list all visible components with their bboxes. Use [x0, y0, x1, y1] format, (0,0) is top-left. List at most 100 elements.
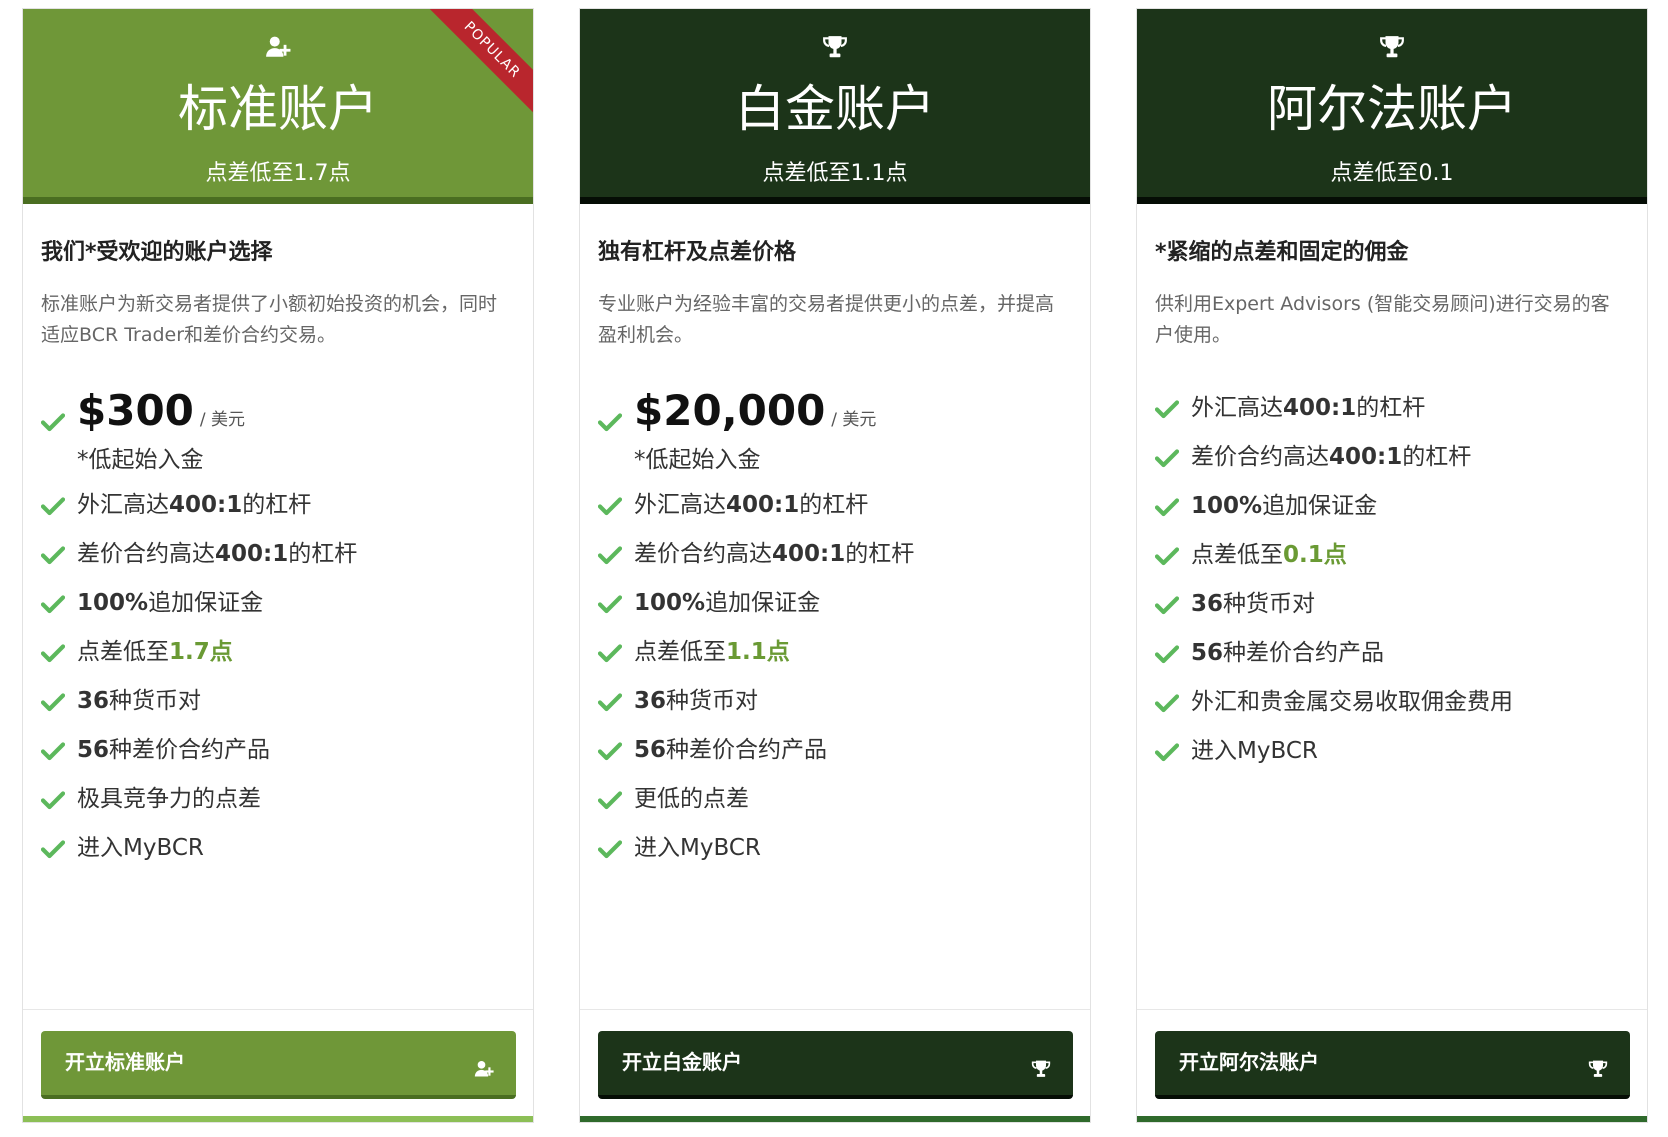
feature-text: 56 — [634, 737, 667, 763]
feature-list: $20,000/ 美元 *低起始入金 外汇高达400:1的杠杆 差价合约高达400:1… — [598, 384, 1080, 873]
feature-text: 100% — [1191, 493, 1263, 519]
check-icon — [41, 840, 65, 859]
feature-item: 56种差价合约产品 — [598, 726, 1080, 775]
feature-text: 点差低至 — [1191, 542, 1283, 568]
check-icon — [1155, 449, 1179, 468]
check-icon — [1155, 498, 1179, 517]
feature-item: 36种货币对 — [41, 677, 523, 726]
card-header: 白金账户点差低至1.1点 — [580, 9, 1090, 204]
check-icon — [598, 595, 622, 614]
card-body: 独有杠杆及点差价格 专业账户为经验丰富的交易者提供更小的点差，并提高盈利机会。 $2… — [580, 204, 1090, 1010]
feature-text: 的杠杆 — [242, 492, 312, 518]
feature-text: 追加保证金 — [1262, 493, 1378, 519]
feature-text: 100% — [634, 590, 706, 616]
feature-text: 400:1 — [726, 492, 800, 518]
feature-text: 400:1 — [169, 492, 243, 518]
feature-text: 56 — [77, 737, 110, 763]
check-icon — [598, 644, 622, 663]
feature-text: 更低的点差 — [634, 786, 749, 812]
card-subtitle: 点差低至0.1 — [1330, 161, 1454, 186]
feature-item: 点差低至1.1点 — [598, 628, 1080, 677]
feature-item: 点差低至0.1点 — [1155, 531, 1637, 580]
feature-text: 外汇高达 — [77, 492, 169, 518]
check-icon — [598, 497, 622, 516]
feature-text: 1.7点 — [169, 639, 233, 665]
card-header: 阿尔法账户点差低至0.1 — [1137, 9, 1647, 204]
feature-text: 进入MyBCR — [77, 835, 204, 861]
feature-item: 差价合约高达400:1的杠杆 — [598, 530, 1080, 579]
open-account-button[interactable]: 开立白金账户 — [598, 1031, 1073, 1099]
feature-item: 56种差价合约产品 — [41, 726, 523, 775]
feature-text: 进入MyBCR — [1191, 738, 1318, 764]
feature-item: 进入MyBCR — [41, 824, 523, 873]
feature-text: 种货币对 — [666, 688, 759, 714]
card-subtitle: 点差低至1.1点 — [762, 161, 908, 186]
feature-text: 追加保证金 — [148, 590, 264, 616]
feature-item: 56种差价合约产品 — [1155, 629, 1637, 678]
feature-text: 的杠杆 — [1402, 444, 1472, 470]
feature-list: $300/ 美元 *低起始入金 外汇高达400:1的杠杆 差价合约高达400:1的杠杆… — [41, 384, 523, 873]
feature-text: 种差价合约产品 — [1223, 640, 1385, 666]
card-body: 我们*受欢迎的账户选择标准账户为新交易者提供了小额初始投资的机会，同时适应BCR… — [23, 204, 533, 1010]
card-title: 白金账户 — [735, 80, 935, 138]
check-icon — [1155, 547, 1179, 566]
feature-text: 100% — [77, 590, 149, 616]
price-unit: / 美元 — [831, 410, 877, 430]
check-icon — [598, 693, 622, 712]
open-account-button[interactable]: 开立标准账户 — [41, 1031, 516, 1099]
feature-text: 极具竞争力的点差 — [77, 786, 261, 812]
check-icon — [1155, 400, 1179, 419]
open-account-label: 开立标准账户 — [65, 1050, 185, 1074]
trophy-icon — [580, 34, 1090, 64]
price-note: *低起始入金 — [77, 447, 204, 473]
feature-item: 点差低至1.7点 — [41, 628, 523, 677]
feature-text: 400:1 — [1283, 395, 1357, 421]
check-icon — [41, 791, 65, 810]
feature-text: 的杠杆 — [845, 541, 915, 567]
feature-text: 点差低至 — [634, 639, 726, 665]
card-subtitle: 点差低至1.7点 — [205, 161, 351, 186]
feature-text: 外汇和贵金属交易收取佣金费用 — [1191, 689, 1513, 715]
check-icon — [1155, 743, 1179, 762]
card-title: 阿尔法账户 — [1267, 80, 1517, 138]
feature-item: 100%追加保证金 — [41, 579, 523, 628]
feature-text: 种差价合约产品 — [666, 737, 828, 763]
check-icon — [41, 413, 65, 432]
feature-text: 差价合约高达 — [634, 541, 772, 567]
card-tagline: 独有杠杆及点差价格 — [598, 240, 797, 265]
price-note: *低起始入金 — [634, 447, 761, 473]
feature-text: 400:1 — [215, 541, 289, 567]
feature-text: 1.1点 — [726, 639, 790, 665]
card-description: 供利用Expert Advisors (智能交易顾问)进行交易的客户使用。 — [1155, 293, 1610, 346]
check-icon — [598, 840, 622, 859]
card-bottom-bar — [1137, 1116, 1647, 1122]
check-icon — [598, 413, 622, 432]
price-amount: $20,000 — [634, 386, 826, 435]
check-icon — [598, 791, 622, 810]
open-account-label: 开立阿尔法账户 — [1179, 1050, 1319, 1074]
check-icon — [1155, 596, 1179, 615]
check-icon — [41, 595, 65, 614]
feature-item: 36种货币对 — [598, 677, 1080, 726]
feature-text: 36 — [634, 688, 667, 714]
card-bottom-bar — [580, 1116, 1090, 1122]
check-icon — [1155, 645, 1179, 664]
card-tagline: 我们*受欢迎的账户选择 — [41, 240, 273, 265]
feature-text: 种差价合约产品 — [109, 737, 271, 763]
feature-text: 点差低至 — [77, 639, 169, 665]
feature-text: 种货币对 — [109, 688, 202, 714]
card-body: *紧缩的点差和固定的佣金供利用Expert Advisors (智能交易顾问)进… — [1137, 204, 1647, 1010]
check-icon — [41, 693, 65, 712]
open-account-button[interactable]: 开立阿尔法账户 — [1155, 1031, 1630, 1099]
card-tagline: *紧缩的点差和固定的佣金 — [1155, 240, 1409, 265]
card-description: 标准账户为新交易者提供了小额初始投资的机会，同时适应BCR Trader和差价合… — [41, 293, 498, 346]
feature-item: 进入MyBCR — [1155, 727, 1637, 776]
feature-item: 差价合约高达400:1的杠杆 — [41, 530, 523, 579]
feature-item: 更低的点差 — [598, 775, 1080, 824]
user-plus-icon — [23, 34, 533, 64]
feature-item: 极具竞争力的点差 — [41, 775, 523, 824]
feature-item: 100%追加保证金 — [1155, 482, 1637, 531]
feature-text: 400:1 — [772, 541, 846, 567]
check-icon — [41, 644, 65, 663]
check-icon — [598, 742, 622, 761]
